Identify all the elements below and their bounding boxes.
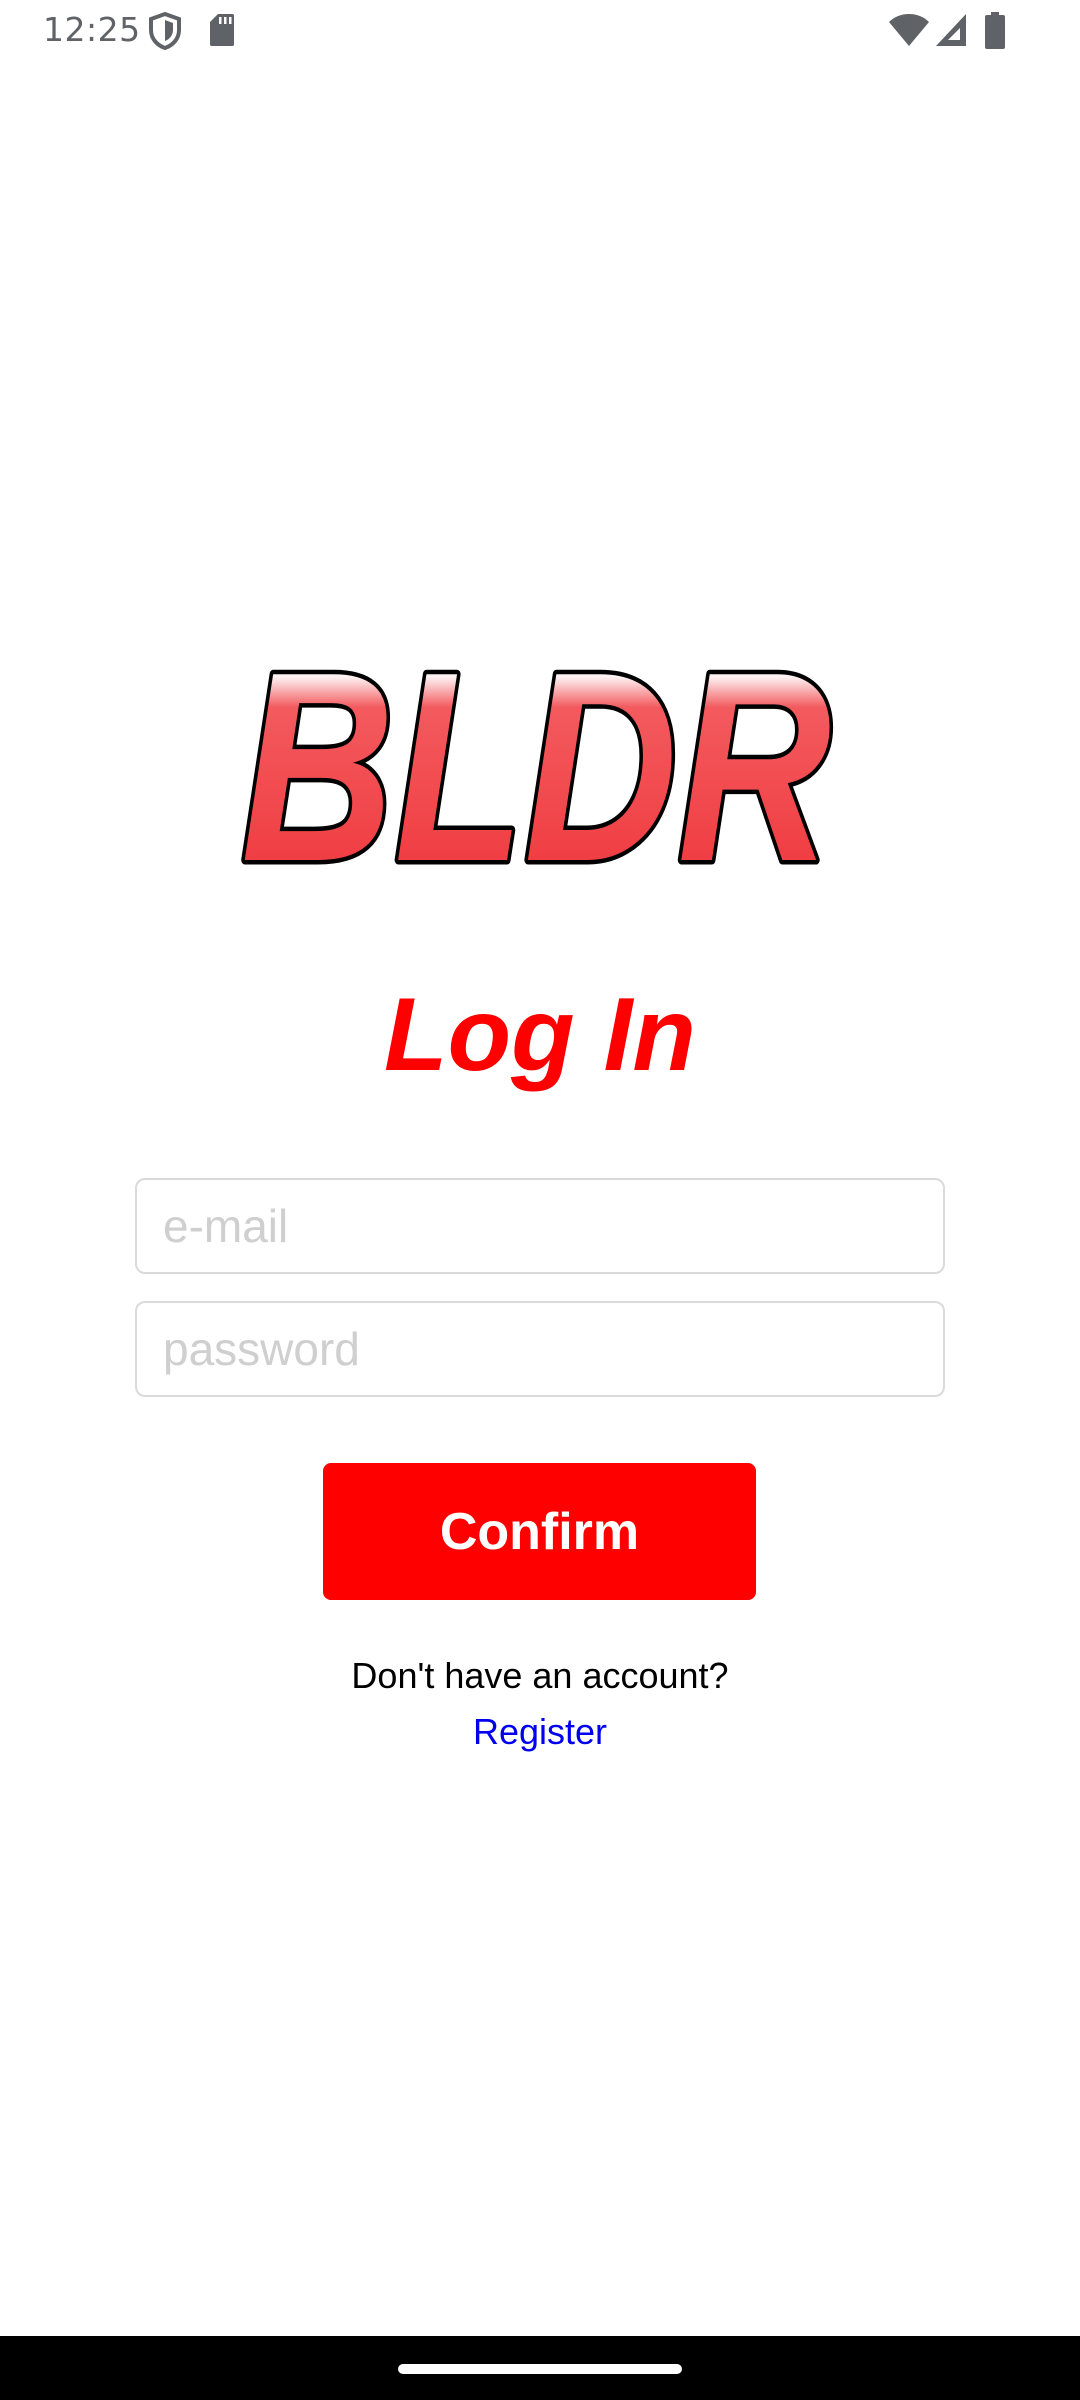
logo-text: BLDR xyxy=(241,665,831,877)
status-time: 12:25 xyxy=(43,10,141,49)
email-field[interactable] xyxy=(135,1178,945,1274)
shield-icon xyxy=(148,11,182,55)
battery-icon xyxy=(984,12,1006,55)
page-title: Log In xyxy=(384,977,696,1093)
navigation-bar xyxy=(0,2336,1080,2400)
confirm-button[interactable]: Confirm xyxy=(323,1463,756,1600)
register-link[interactable]: Register xyxy=(0,1711,1080,1753)
home-gesture-handle[interactable] xyxy=(398,2364,682,2374)
sd-card-icon xyxy=(208,12,236,53)
password-field[interactable] xyxy=(135,1301,945,1397)
cell-signal-icon xyxy=(934,12,968,53)
no-account-text: Don't have an account? xyxy=(351,1655,729,1696)
bldr-logo: BLDR xyxy=(236,613,844,923)
wifi-icon xyxy=(888,12,930,53)
login-screen: 12:25 BLDR Log In e-mail Confirm Don't h… xyxy=(0,0,1080,2400)
status-bar: 12:25 xyxy=(0,0,1080,62)
register-link-label[interactable]: Register xyxy=(473,1711,607,1752)
